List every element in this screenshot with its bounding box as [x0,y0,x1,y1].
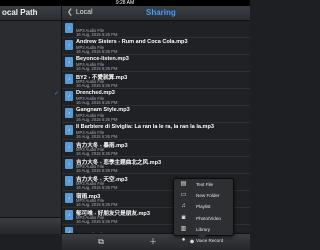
file-row[interactable]: ♪ Andrew Sisters - Rum and Coca Cola.mp3 M… [62,38,250,55]
menu-item-label: New Folder [196,193,220,199]
mp3-file-icon: ♪ [65,23,73,33]
add-menu-popover: ▤ Text File ▭ New Folder ♫ Playlist ◙ Photo/Vid… [173,178,234,243]
file-date: 16 Aug, 2015 5:26 PM [76,100,118,105]
file-date: 16 Aug, 2015 5:26 PM [76,49,118,54]
file-date: 16 Aug, 2015 5:26 PM [76,151,118,156]
left-panel-title: ocal Path [0,6,61,21]
file-date: 16 Aug, 2015 5:26 PM [76,168,118,173]
mp3-file-icon: ♪ [65,57,73,67]
file-date: 16 Aug, 2015 5:26 PM [76,83,118,88]
left-panel: ocal Path ✓ [0,6,62,234]
mp3-file-icon: ♪ [65,125,73,135]
file-row[interactable]: ♪ 吉力大冬 - 暴雨.mp3 MP3 Audio File 16 Aug, 2015… [62,140,250,157]
mp3-file-icon: ♪ [65,40,73,50]
file-date: 16 Aug, 2015 5:26 PM [76,66,118,71]
mp3-file-icon: ♪ [65,210,73,220]
folder-icon: ▭ [180,192,187,199]
file-date: 16 Aug, 2015 5:26 PM [76,117,118,122]
tab-sharing[interactable]: Sharing [146,6,176,20]
checkmark-icon: ✓ [54,91,60,97]
left-toolbar [0,217,61,234]
mp3-file-icon: ♪ [65,108,73,118]
file-row[interactable]: ♪ Gangnam Style.mp3 MP3 Audio File 16 Aug, … [62,106,250,123]
menu-item-new-folder[interactable]: ▭ New Folder [174,190,233,201]
mp3-file-icon: ♪ [65,193,73,203]
chevron-left-icon: ❮ [67,9,73,16]
menu-item-label: Library [196,226,211,232]
camera-icon: ◙ [181,214,186,221]
menu-item-label: Photo/Video [196,215,221,221]
add-icon[interactable]: ＋ [148,237,158,247]
file-date: 16 Aug, 2015 5:26 PM [76,185,118,190]
mp3-file-icon: ♪ [65,91,73,101]
file-row[interactable]: ♪ BY2 - 不愛就算.mp3 MP3 Audio File 16 Aug, 201… [62,72,250,89]
file-row[interactable]: ♪ Beyonce-listen.mp3 MP3 Audio File 16 Aug,… [62,55,250,72]
nav-bar: ❮ Local Sharing [62,6,250,21]
file-date: 16 Aug, 2015 5:26 PM [76,219,118,224]
file-date: 16 Aug, 2015 5:26 PM [76,32,118,37]
menu-item-label: Playlist [196,204,211,210]
share-icon[interactable]: ⧉ [96,237,106,247]
text-file-icon: ▤ [180,181,187,187]
menu-item-photo-video[interactable]: ◙ Photo/Video [174,213,233,224]
menu-item-text-file[interactable]: ▤ Text File [174,179,233,190]
popover-arrow [197,234,207,240]
mp3-file-icon: ♪ [65,176,73,186]
library-icon: ▥ [180,225,187,232]
playlist-icon: ♫ [181,203,186,210]
mp3-file-icon: ♪ [65,74,73,84]
file-date: 16 Aug, 2015 5:26 PM [76,202,118,207]
mp3-file-icon: ♪ [65,142,73,152]
menu-item-playlist[interactable]: ♫ Playlist [174,201,233,212]
file-row[interactable]: ♪ Drenched.mp3 MP3 Audio File 16 Aug, 2015 … [62,89,250,106]
menu-item-label: Text File [196,182,214,187]
back-button[interactable]: ❮ Local [65,7,97,18]
file-row[interactable]: ♪ 吉力大冬 - 恋季主题曲北之风.mp3 MP3 Audio File 16 Aug… [62,157,250,174]
file-row[interactable]: ♪MP3 Audio File16 Aug, 2015 5:26 PM [62,21,250,38]
microphone-icon: ● [181,236,186,243]
back-button-label: Local [75,9,93,16]
file-row[interactable]: ♪ Il Barbiere di Siviglia: La ran la le r… [62,123,250,140]
file-date: 16 Aug, 2015 5:26 PM [76,134,118,139]
mp3-file-icon: ♪ [65,159,73,169]
